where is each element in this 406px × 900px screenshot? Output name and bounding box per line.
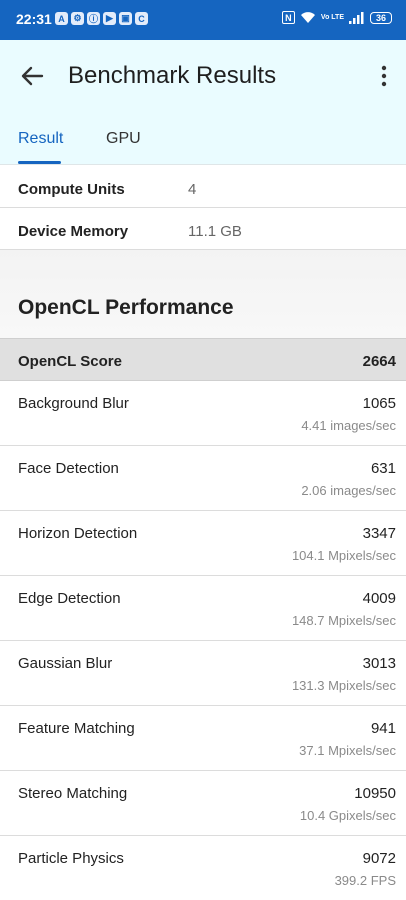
list-item: Feature Matching 941 37.1 Mpixels/sec bbox=[0, 706, 406, 771]
benchmark-rate: 148.7 Mpixels/sec bbox=[291, 613, 396, 628]
benchmark-rate: 399.2 FPS bbox=[334, 873, 396, 888]
list-item: Edge Detection 4009 148.7 Mpixels/sec bbox=[0, 576, 406, 641]
section-header-background bbox=[0, 250, 406, 338]
benchmark-name: Edge Detection bbox=[18, 590, 121, 607]
info-row-device-memory: Device Memory 11.1 GB bbox=[0, 208, 406, 250]
benchmark-rate: 104.1 Mpixels/sec bbox=[291, 548, 396, 563]
benchmark-rate: 131.3 Mpixels/sec bbox=[291, 678, 396, 693]
benchmark-list: Background Blur 1065 4.41 images/sec Fac… bbox=[0, 381, 406, 900]
benchmark-score: 10950 bbox=[354, 785, 396, 802]
battery-icon: 36 bbox=[370, 11, 392, 24]
list-item: Background Blur 1065 4.41 images/sec bbox=[0, 381, 406, 446]
play-notification-icon: ▶ bbox=[103, 12, 116, 25]
signal-icon bbox=[349, 11, 364, 24]
section-title: OpenCL Performance bbox=[18, 296, 234, 319]
benchmark-rate: 10.4 Gpixels/sec bbox=[299, 808, 396, 823]
tab-indicator bbox=[18, 161, 61, 164]
benchmark-rate: 2.06 images/sec bbox=[301, 483, 396, 498]
tab-gpu[interactable]: GPU bbox=[106, 130, 141, 148]
benchmark-score: 9072 bbox=[362, 850, 396, 867]
opencl-score-row: OpenCL Score 2664 bbox=[0, 338, 406, 381]
info-label: Compute Units bbox=[18, 181, 125, 198]
benchmark-name: Stereo Matching bbox=[18, 785, 128, 802]
info-value: 11.1 GB bbox=[188, 223, 242, 240]
info-row-compute-units: Compute Units 4 bbox=[0, 166, 406, 208]
nfc-icon: N bbox=[281, 11, 295, 24]
info-notification-icon: ⓘ bbox=[87, 12, 100, 25]
back-arrow-icon[interactable] bbox=[18, 62, 46, 90]
volte-icon: Vo LTE bbox=[320, 14, 344, 21]
status-bar: 22:31 A ⚙ ⓘ ▶ ▣ C N Vo LTE 36 bbox=[0, 0, 406, 40]
benchmark-score: 631 bbox=[370, 460, 396, 477]
benchmark-name: Feature Matching bbox=[18, 720, 135, 737]
benchmark-name: Background Blur bbox=[18, 395, 129, 412]
app-bar: Benchmark Results Result GPU bbox=[0, 40, 406, 165]
list-item: Horizon Detection 3347 104.1 Mpixels/sec bbox=[0, 511, 406, 576]
app-notification-icon: A bbox=[55, 12, 68, 25]
tab-result[interactable]: Result bbox=[18, 130, 63, 148]
list-item: Face Detection 631 2.06 images/sec bbox=[0, 446, 406, 511]
info-label: Device Memory bbox=[18, 223, 129, 240]
settings-notification-icon: ⚙ bbox=[71, 12, 84, 25]
benchmark-score: 4009 bbox=[362, 590, 396, 607]
benchmark-score: 3013 bbox=[362, 655, 396, 672]
score-value: 2664 bbox=[362, 353, 396, 370]
benchmark-rate: 4.41 images/sec bbox=[301, 418, 396, 433]
benchmark-score: 3347 bbox=[362, 525, 396, 542]
system-indicators: N Vo LTE 36 bbox=[281, 11, 392, 24]
list-item: Stereo Matching 10950 10.4 Gpixels/sec bbox=[0, 771, 406, 836]
benchmark-score: 1065 bbox=[362, 395, 396, 412]
benchmark-name: Gaussian Blur bbox=[18, 655, 113, 672]
page-title: Benchmark Results bbox=[68, 62, 277, 89]
c-app-notification-icon: C bbox=[135, 12, 148, 25]
list-item: Particle Physics 9072 399.2 FPS bbox=[0, 836, 406, 900]
score-label: OpenCL Score bbox=[18, 353, 122, 370]
notification-icons: A ⚙ ⓘ ▶ ▣ C bbox=[55, 12, 148, 25]
benchmark-score: 941 bbox=[370, 720, 396, 737]
status-time: 22:31 bbox=[16, 11, 52, 27]
more-options-icon[interactable] bbox=[380, 65, 388, 87]
benchmark-rate: 37.1 Mpixels/sec bbox=[299, 743, 396, 758]
benchmark-name: Horizon Detection bbox=[18, 525, 138, 542]
benchmark-name: Particle Physics bbox=[18, 850, 124, 867]
gallery-notification-icon: ▣ bbox=[119, 12, 132, 25]
wifi-icon bbox=[300, 12, 315, 23]
benchmark-name: Face Detection bbox=[18, 460, 119, 477]
list-item: Gaussian Blur 3013 131.3 Mpixels/sec bbox=[0, 641, 406, 706]
info-value: 4 bbox=[188, 181, 197, 198]
